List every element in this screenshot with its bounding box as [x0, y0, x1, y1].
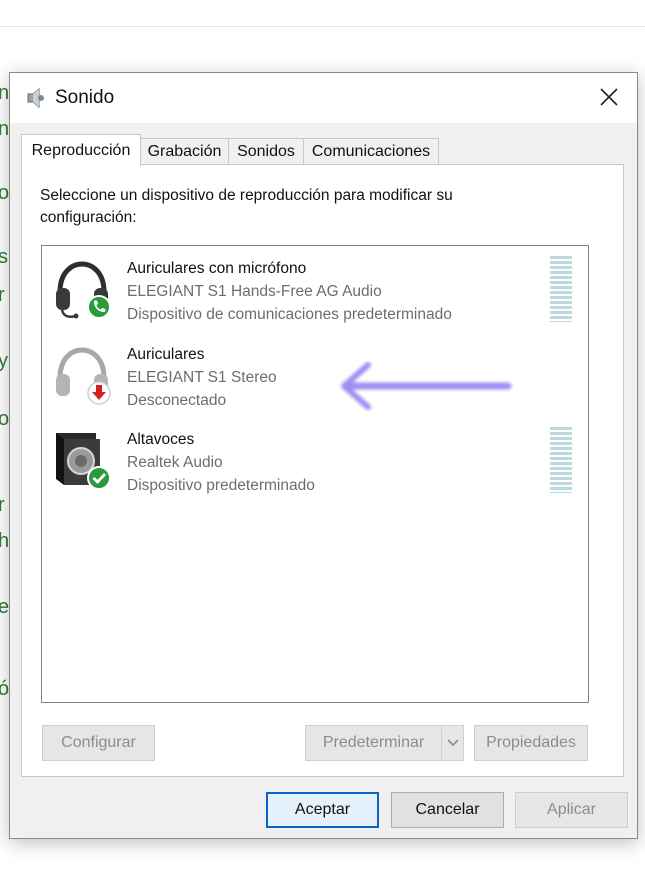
- set-default-dropdown[interactable]: [441, 726, 463, 760]
- speaker-device-icon: [56, 433, 111, 490]
- background-text-fragment: s: [0, 246, 8, 268]
- device-item-speakers[interactable]: Altavoces Realtek Audio Dispositivo pred…: [42, 417, 588, 501]
- device-name: Altavoces: [127, 431, 195, 448]
- instruction-text: Seleccione un dispositivo de reproducció…: [40, 187, 453, 226]
- device-status: Dispositivo de comunicaciones predetermi…: [127, 306, 452, 323]
- apply-button[interactable]: Aplicar: [515, 792, 628, 828]
- device-driver: ELEGIANT S1 Stereo: [127, 369, 277, 386]
- check-badge-icon: [87, 466, 111, 490]
- playback-panel: Seleccione un dispositivo de reproducció…: [21, 164, 624, 777]
- title-bar[interactable]: Sonido: [10, 73, 637, 123]
- chevron-down-icon: [446, 739, 459, 747]
- background-text-fragment: o: [0, 182, 10, 204]
- device-list[interactable]: Auriculares con micrófono ELEGIANT S1 Ha…: [41, 245, 589, 703]
- tab-comunicaciones[interactable]: Comunicaciones: [303, 138, 439, 165]
- background-text-fragment: o: [0, 408, 10, 430]
- sound-dialog: Sonido Reproducción Grabación Sonidos Co…: [9, 72, 638, 839]
- set-default-label: Predeterminar: [322, 734, 425, 751]
- set-default-split-button[interactable]: Predeterminar: [305, 725, 464, 761]
- close-icon: [600, 88, 618, 106]
- background-text-fragment: y: [0, 350, 8, 372]
- background-text-fragment: e: [0, 596, 10, 618]
- device-item-headset[interactable]: Auriculares con micrófono ELEGIANT S1 Ha…: [42, 246, 588, 330]
- properties-button[interactable]: Propiedades: [474, 725, 588, 761]
- headset-icon: [56, 261, 111, 319]
- background-text-fragment: r: [0, 494, 5, 516]
- device-status: Desconectado: [127, 392, 227, 409]
- tab-reproduccion[interactable]: Reproducción: [21, 134, 141, 166]
- arrow-left-icon: [341, 362, 512, 410]
- volume-level-meter: [550, 256, 572, 322]
- window-title: Sonido: [55, 87, 115, 108]
- phone-badge-icon: [87, 295, 111, 319]
- background-text-fragment: n: [0, 82, 10, 104]
- device-name: Auriculares con micrófono: [127, 260, 307, 277]
- background-text-fragment: ó: [0, 678, 10, 700]
- configure-button[interactable]: Configurar: [42, 725, 155, 761]
- background-divider: [0, 26, 645, 27]
- close-button[interactable]: [589, 79, 629, 115]
- volume-level-meter: [550, 427, 572, 493]
- device-name: Auriculares: [127, 346, 205, 363]
- background-text-fragment: n: [0, 118, 10, 140]
- tab-grabacion[interactable]: Grabación: [140, 138, 229, 165]
- headphones-icon: [56, 347, 111, 405]
- speaker-icon: [27, 87, 44, 109]
- cancel-button[interactable]: Cancelar: [391, 792, 504, 828]
- tab-sonidos[interactable]: Sonidos: [228, 138, 304, 165]
- device-driver: Realtek Audio: [127, 454, 223, 471]
- background-text-fragment: r: [0, 284, 5, 306]
- ok-button[interactable]: Aceptar: [266, 792, 379, 828]
- device-status: Dispositivo predeterminado: [127, 477, 315, 494]
- device-driver: ELEGIANT S1 Hands-Free AG Audio: [127, 283, 382, 300]
- background-text-fragment: h: [0, 530, 10, 552]
